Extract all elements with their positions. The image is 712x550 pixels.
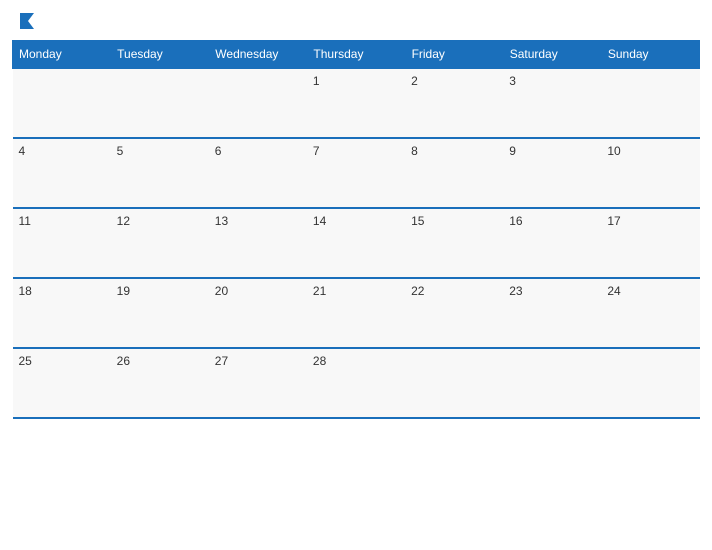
calendar-week-row: 18 19 20 21 22 23 24: [13, 278, 700, 348]
day-number: 10: [607, 144, 620, 158]
day-number: 12: [117, 214, 130, 228]
calendar-cell: 3: [503, 68, 601, 138]
day-number: 11: [19, 214, 31, 228]
calendar-cell: 16: [503, 208, 601, 278]
calendar-cell: [209, 68, 307, 138]
calendar-cell: 2: [405, 68, 503, 138]
calendar-cell: [601, 348, 699, 418]
day-number: 19: [117, 284, 130, 298]
day-number: 20: [215, 284, 228, 298]
day-number: 24: [607, 284, 620, 298]
calendar-cell: 20: [209, 278, 307, 348]
day-number: 13: [215, 214, 228, 228]
calendar-cell: 18: [13, 278, 111, 348]
calendar-cell: 9: [503, 138, 601, 208]
calendar-cell: [601, 68, 699, 138]
calendar-cell: 5: [111, 138, 209, 208]
day-number: 2: [411, 74, 418, 88]
weekday-header-thursday: Thursday: [307, 41, 405, 69]
day-number: 27: [215, 354, 228, 368]
day-number: 25: [19, 354, 32, 368]
calendar-cell: 21: [307, 278, 405, 348]
day-number: 22: [411, 284, 424, 298]
logo: [12, 10, 36, 32]
calendar-cell: 15: [405, 208, 503, 278]
calendar-table: MondayTuesdayWednesdayThursdayFridaySatu…: [12, 40, 700, 419]
calendar-week-row: 4 5 6 7 8 9 10: [13, 138, 700, 208]
weekday-header-saturday: Saturday: [503, 41, 601, 69]
calendar-cell: 26: [111, 348, 209, 418]
weekday-header-wednesday: Wednesday: [209, 41, 307, 69]
calendar-week-row: 11 12 13 14 15 16 17: [13, 208, 700, 278]
weekday-header-friday: Friday: [405, 41, 503, 69]
calendar-cell: [13, 68, 111, 138]
calendar-cell: 22: [405, 278, 503, 348]
day-number: 23: [509, 284, 522, 298]
calendar-page: MondayTuesdayWednesdayThursdayFridaySatu…: [0, 0, 712, 550]
weekday-header-monday: Monday: [13, 41, 111, 69]
header: [12, 10, 700, 32]
calendar-cell: 23: [503, 278, 601, 348]
weekday-header-tuesday: Tuesday: [111, 41, 209, 69]
day-number: 3: [509, 74, 516, 88]
day-number: 14: [313, 214, 326, 228]
day-number: 4: [19, 144, 26, 158]
calendar-cell: 6: [209, 138, 307, 208]
calendar-cell: 14: [307, 208, 405, 278]
day-number: 21: [313, 284, 326, 298]
calendar-body: 1234567891011121314151617181920212223242…: [13, 68, 700, 418]
calendar-cell: 12: [111, 208, 209, 278]
calendar-cell: 19: [111, 278, 209, 348]
day-number: 28: [313, 354, 326, 368]
calendar-cell: 25: [13, 348, 111, 418]
weekday-header-sunday: Sunday: [601, 41, 699, 69]
weekday-header-row: MondayTuesdayWednesdayThursdayFridaySatu…: [13, 41, 700, 69]
calendar-cell: [111, 68, 209, 138]
calendar-cell: 27: [209, 348, 307, 418]
calendar-week-row: 25 26 27 28: [13, 348, 700, 418]
day-number: 6: [215, 144, 222, 158]
calendar-cell: 4: [13, 138, 111, 208]
calendar-cell: 24: [601, 278, 699, 348]
calendar-week-row: 1 2 3: [13, 68, 700, 138]
calendar-header: MondayTuesdayWednesdayThursdayFridaySatu…: [13, 41, 700, 69]
calendar-cell: [405, 348, 503, 418]
day-number: 1: [313, 74, 320, 88]
calendar-cell: 17: [601, 208, 699, 278]
calendar-cell: 13: [209, 208, 307, 278]
day-number: 9: [509, 144, 516, 158]
day-number: 16: [509, 214, 522, 228]
day-number: 17: [607, 214, 620, 228]
calendar-cell: 7: [307, 138, 405, 208]
calendar-cell: 10: [601, 138, 699, 208]
day-number: 8: [411, 144, 418, 158]
day-number: 18: [19, 284, 32, 298]
calendar-cell: 8: [405, 138, 503, 208]
day-number: 5: [117, 144, 124, 158]
calendar-cell: 11: [13, 208, 111, 278]
calendar-cell: 28: [307, 348, 405, 418]
logo-flag-icon: [14, 10, 36, 32]
calendar-cell: 1: [307, 68, 405, 138]
day-number: 7: [313, 144, 320, 158]
calendar-cell: [503, 348, 601, 418]
day-number: 26: [117, 354, 130, 368]
day-number: 15: [411, 214, 424, 228]
